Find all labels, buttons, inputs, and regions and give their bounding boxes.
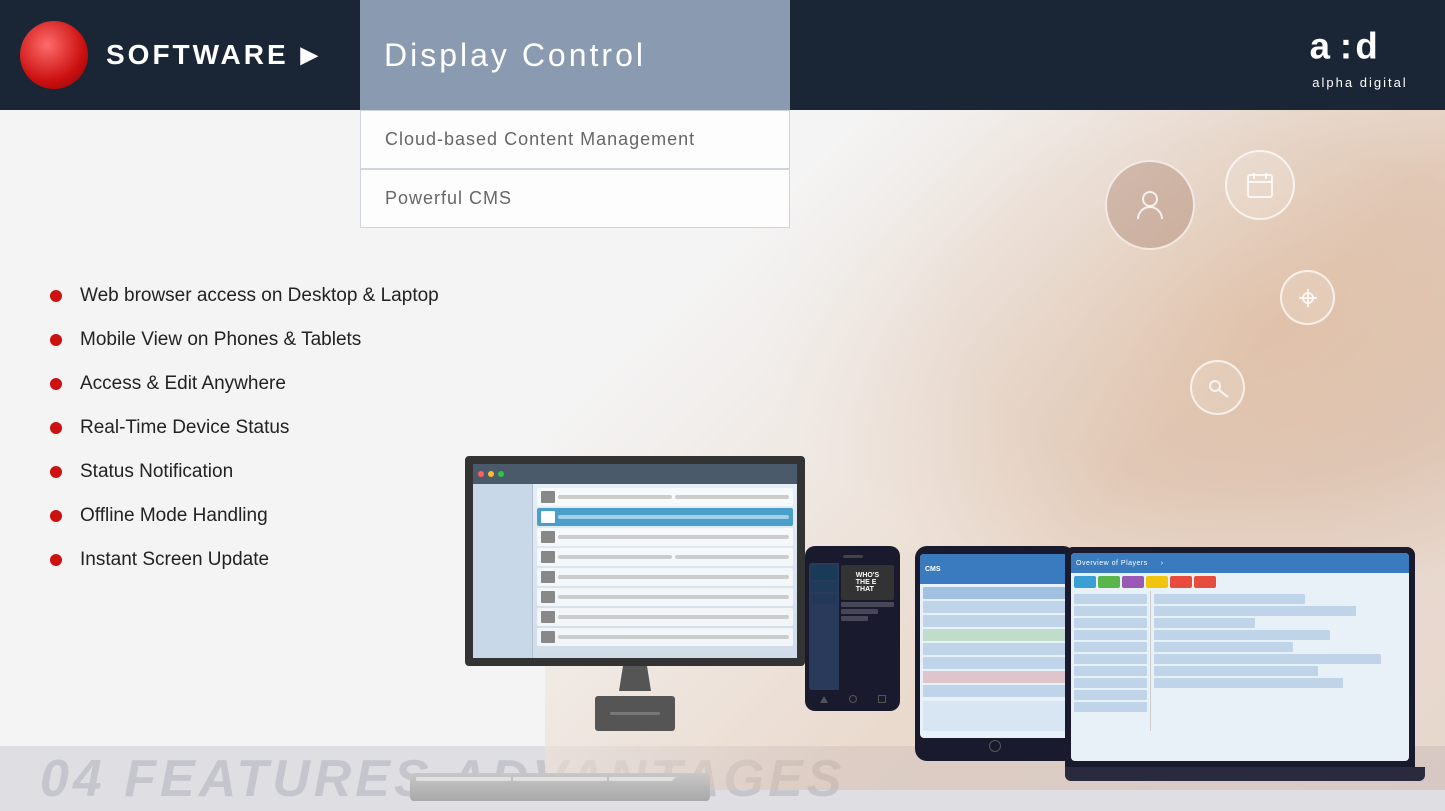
touch-icon — [1280, 270, 1335, 325]
software-label: SOFTWARE ▶ — [106, 39, 321, 71]
vmr-icon — [1105, 160, 1195, 250]
phone-device: WHO'STHE ETHAT — [805, 546, 905, 711]
brand-logo: a : d — [1305, 20, 1415, 70]
feature-text-6: Offline Mode Handling — [80, 505, 268, 527]
bullet-2 — [50, 334, 62, 346]
keyboard — [410, 773, 710, 801]
software-text: SOFTWARE — [106, 39, 289, 71]
dropdown-item-2[interactable]: Powerful CMS — [360, 169, 790, 228]
bullet-3 — [50, 378, 62, 390]
feature-item-7: Instant Screen Update — [50, 549, 439, 571]
nav-area: Display Control — [360, 0, 1305, 110]
calendar-icon — [1225, 150, 1295, 220]
circles-area — [895, 140, 1395, 440]
feature-item-6: Offline Mode Handling — [50, 505, 439, 527]
phone-recent-icon — [878, 695, 886, 703]
dropdown-container: Cloud-based Content Management Powerful … — [360, 110, 790, 228]
svg-text:a: a — [1310, 26, 1331, 67]
feature-item-1: Web browser access on Desktop & Laptop — [50, 285, 439, 307]
feature-list: Web browser access on Desktop & Laptop M… — [50, 285, 439, 593]
header: SOFTWARE ▶ Display Control a : d alpha d… — [0, 0, 1445, 110]
tablet-device: CMS — [915, 546, 1085, 761]
brand-name: alpha digital — [1312, 75, 1407, 90]
bullet-6 — [50, 510, 62, 522]
bullet-1 — [50, 290, 62, 302]
feature-text-1: Web browser access on Desktop & Laptop — [80, 285, 439, 307]
feature-text-3: Access & Edit Anywhere — [80, 373, 286, 395]
bullet-5 — [50, 466, 62, 478]
feature-text-5: Status Notification — [80, 461, 233, 483]
mouse — [670, 773, 710, 801]
feature-item-3: Access & Edit Anywhere — [50, 373, 439, 395]
monitor-stand — [615, 666, 655, 691]
laptop-device: Overview of Players › — [1065, 547, 1425, 781]
logo-area: SOFTWARE ▶ — [0, 21, 360, 89]
feature-text-2: Mobile View on Phones & Tablets — [80, 329, 361, 351]
brand-logo-area: a : d alpha digital — [1305, 20, 1445, 89]
feature-text-4: Real-Time Device Status — [80, 417, 289, 439]
display-control-tab[interactable]: Display Control — [360, 0, 790, 110]
dropdown-item-1[interactable]: Cloud-based Content Management — [360, 110, 790, 169]
key-icon — [1190, 360, 1245, 415]
keyboard-area — [400, 773, 720, 801]
svg-text::: : — [1340, 26, 1352, 67]
laptop-base — [1065, 767, 1425, 781]
phone-home-icon — [849, 695, 857, 703]
feature-item-2: Mobile View on Phones & Tablets — [50, 329, 439, 351]
feature-item-5: Status Notification — [50, 461, 439, 483]
desktop-monitor — [450, 456, 820, 731]
feature-text-7: Instant Screen Update — [80, 549, 269, 571]
display-control-title: Display Control — [384, 37, 646, 74]
bullet-7 — [50, 554, 62, 566]
monitor-screen — [465, 456, 805, 666]
logo-circle — [20, 21, 88, 89]
phone-back-icon — [820, 696, 828, 703]
feature-item-4: Real-Time Device Status — [50, 417, 439, 439]
svg-text:d: d — [1355, 26, 1377, 67]
play-icon: ▶ — [301, 42, 321, 68]
monitor-box — [595, 696, 675, 731]
bullet-4 — [50, 422, 62, 434]
